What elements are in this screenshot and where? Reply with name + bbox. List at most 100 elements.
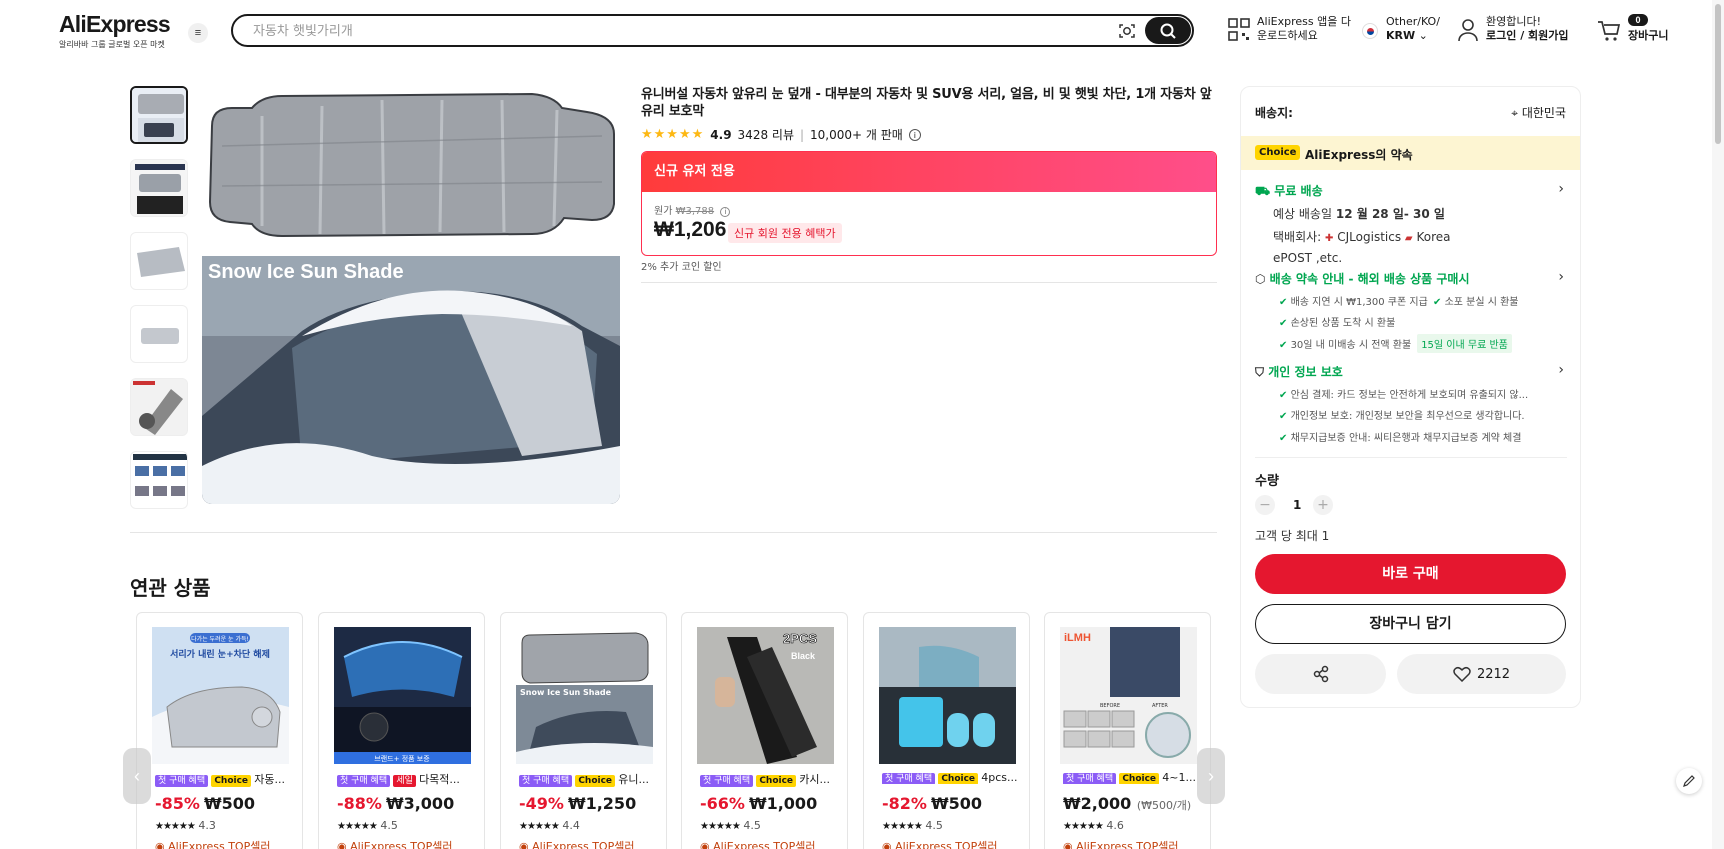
account-link[interactable]: 환영합니다! 로그인 / 회원가입: [1486, 15, 1569, 43]
ship-country-selector[interactable]: ⌖ 대한민국: [1511, 104, 1566, 121]
info-icon[interactable]: i: [720, 207, 731, 217]
carousel-next-button[interactable]: ›: [1197, 748, 1225, 804]
heart-icon: [1453, 666, 1471, 682]
discount-percent: -49%: [519, 794, 564, 813]
related-products-title: 연관 상품: [130, 576, 211, 600]
privacy-section[interactable]: ⛉ 개인 정보 보호: [1255, 363, 1343, 380]
top-header: AliExpress 알리바바 그룹 글로벌 오픈 마켓 ≡ AliExpres…: [0, 0, 1724, 62]
star-rating-icon: ★★★★★: [882, 821, 923, 832]
info-icon[interactable]: i: [908, 128, 921, 141]
cart-count-badge: 0: [1628, 14, 1648, 26]
product-card-image: 2PCS Black: [697, 627, 834, 764]
image-search-icon[interactable]: [1117, 21, 1137, 41]
card-image-text: AFTER: [1152, 703, 1168, 709]
product-card-price: ₩2,000: [1063, 794, 1132, 813]
new-user-promo-box: 신규 유저 전용 원가 ₩3,788 i ₩1,206 신규 회원 전용 혜택가: [641, 151, 1217, 256]
divider: [641, 282, 1217, 283]
scrollbar-thumb[interactable]: [1715, 4, 1721, 144]
thumbnail-2[interactable]: [130, 159, 188, 217]
page-scrollbar[interactable]: [1712, 0, 1724, 849]
shield-box-icon: ⬡: [1255, 272, 1266, 286]
seller-badge-icon: ◉: [337, 840, 347, 849]
product-card[interactable]: 첫 구매 혜택 Choice 4pcs... -82% ₩500 ★★★★★ 4.…: [863, 612, 1030, 849]
product-card[interactable]: iLMH BEFORE AFTER 첫 구매 혜택 Choice 4~1... …: [1044, 612, 1211, 849]
thumbnail-5[interactable]: [130, 378, 188, 436]
card-image-text: Black: [791, 651, 816, 661]
wishlist-count: 2212: [1476, 666, 1511, 682]
product-card-name: 유니...: [618, 773, 649, 786]
product-card[interactable]: 다가는 두려운 눈 가득! 서리가 내린 눈+차단 해제 첫 구매 혜택 Cho…: [136, 612, 303, 849]
chevron-left-icon: ‹: [134, 766, 140, 786]
chevron-right-icon: ›: [1208, 766, 1214, 786]
thumbnail-list: [130, 86, 188, 524]
privacy-item: 채무지급보증 안내: 씨티은행과 채무지급보증 계약 체결: [1279, 429, 1522, 444]
carrier-logo-icon: ▰: [1404, 233, 1413, 244]
chevron-right-icon[interactable]: ›: [1558, 269, 1564, 285]
first-purchase-badge: 첫 구매 혜택: [882, 773, 936, 784]
add-to-cart-button[interactable]: 장바구니 담기: [1255, 604, 1566, 644]
feedback-button[interactable]: [1676, 768, 1702, 794]
cart-icon[interactable]: [1597, 20, 1621, 42]
free-return-badge: 15일 이내 무료 반품: [1417, 334, 1512, 353]
search-button[interactable]: [1145, 17, 1191, 44]
card-image-text: 브랜드+ 정품 보증: [374, 754, 430, 763]
product-card-image: 브랜드+ 정품 보증: [334, 627, 471, 764]
star-rating-icon: ★★★★★: [700, 821, 741, 832]
promo-header: 신규 유저 전용: [642, 152, 1216, 192]
product-card-name: 자동...: [254, 773, 285, 786]
shipping-guarantee-section[interactable]: ⬡ 배송 약속 안내 - 해외 배송 상품 구매시: [1255, 270, 1470, 287]
app-download-link[interactable]: AliExpress 앱을 다 운로드하세요: [1257, 15, 1351, 43]
buy-now-button[interactable]: 바로 구매: [1255, 554, 1566, 594]
product-card-image: Snow Ice Sun Shade: [516, 627, 653, 764]
thumbnail-4[interactable]: [130, 305, 188, 363]
first-purchase-badge: 첫 구매 혜택: [1063, 773, 1117, 784]
thumbnail-6[interactable]: [130, 451, 188, 509]
product-card-name: 4pcs...: [981, 771, 1018, 784]
thumbnail-1[interactable]: [130, 86, 188, 144]
chevron-right-icon[interactable]: ›: [1558, 362, 1564, 378]
star-rating-icon: ★★★★★: [1063, 821, 1104, 832]
product-card-name: 다목적...: [419, 773, 460, 786]
chevron-down-icon: ⌄: [1418, 29, 1428, 42]
seller-badge-icon: ◉: [700, 840, 710, 849]
thumbnail-3[interactable]: [130, 232, 188, 290]
locale-currency-selector[interactable]: Other/KO/ KRW ⌄: [1386, 15, 1440, 43]
coin-discount-text: 2% 추가 코인 할인: [641, 262, 722, 273]
main-product-image[interactable]: Snow Ice Sun Shade: [202, 86, 620, 504]
product-card[interactable]: 2PCS Black 첫 구매 혜택 Choice 카시... -66% ₩1,0…: [681, 612, 848, 849]
aliexpress-logo[interactable]: AliExpress 알리바바 그룹 글로벌 오픈 마켓: [59, 11, 171, 50]
review-count[interactable]: 3428 리뷰: [738, 126, 794, 143]
qr-code-icon[interactable]: [1228, 18, 1250, 42]
first-purchase-badge: 첫 구매 혜택: [519, 775, 573, 787]
hamburger-icon: ≡: [194, 27, 202, 39]
quantity-value[interactable]: 1: [1293, 498, 1301, 512]
product-card-name: 4~1...: [1162, 771, 1196, 784]
quantity-decrease-button[interactable]: −: [1255, 495, 1275, 515]
new-member-badge: 신규 회원 전용 혜택가: [728, 223, 842, 243]
privacy-item: 개인정보 보호: 개인정보 보안을 최우선으로 생각합니다.: [1279, 407, 1525, 422]
product-card[interactable]: 브랜드+ 정품 보증 첫 구매 혜택 세일 다목적... -88% ₩3,000 …: [318, 612, 485, 849]
delivery-estimate: 예상 배송일 12 월 28 일- 30 일: [1273, 207, 1445, 221]
product-card[interactable]: Snow Ice Sun Shade 첫 구매 혜택 Choice 유니... …: [500, 612, 667, 849]
seller-badge-icon: ◉: [519, 840, 529, 849]
unit-price: (₩500/개): [1136, 799, 1192, 812]
user-icon[interactable]: [1457, 18, 1479, 42]
free-shipping-section[interactable]: ⛟ 무료 배송: [1255, 182, 1323, 200]
wishlist-button[interactable]: 2212: [1397, 654, 1566, 694]
purchase-panel: 배송지: ⌖ 대한민국 Choice AliExpress의 약속 ⛟ 무료 배…: [1240, 86, 1581, 708]
category-menu-button[interactable]: ≡: [188, 23, 208, 43]
pencil-icon: [1683, 775, 1695, 787]
quantity-increase-button[interactable]: +: [1313, 495, 1333, 515]
search-input[interactable]: [253, 22, 1073, 40]
product-card-image: [879, 627, 1016, 764]
guarantee-item: 30일 내 미배송 시 전액 환불15일 이내 무료 반품: [1279, 334, 1512, 353]
share-button[interactable]: [1255, 654, 1386, 694]
chevron-right-icon[interactable]: ›: [1558, 181, 1564, 197]
carrier-flag-icon: ✚: [1325, 233, 1334, 244]
choice-badge: Choice: [938, 773, 979, 784]
search-icon: [1160, 23, 1176, 39]
cart-link[interactable]: 장바구니: [1628, 29, 1668, 43]
divider: [130, 532, 1217, 533]
choice-badge: Choice: [1255, 145, 1301, 160]
carousel-prev-button[interactable]: ‹: [123, 748, 151, 804]
